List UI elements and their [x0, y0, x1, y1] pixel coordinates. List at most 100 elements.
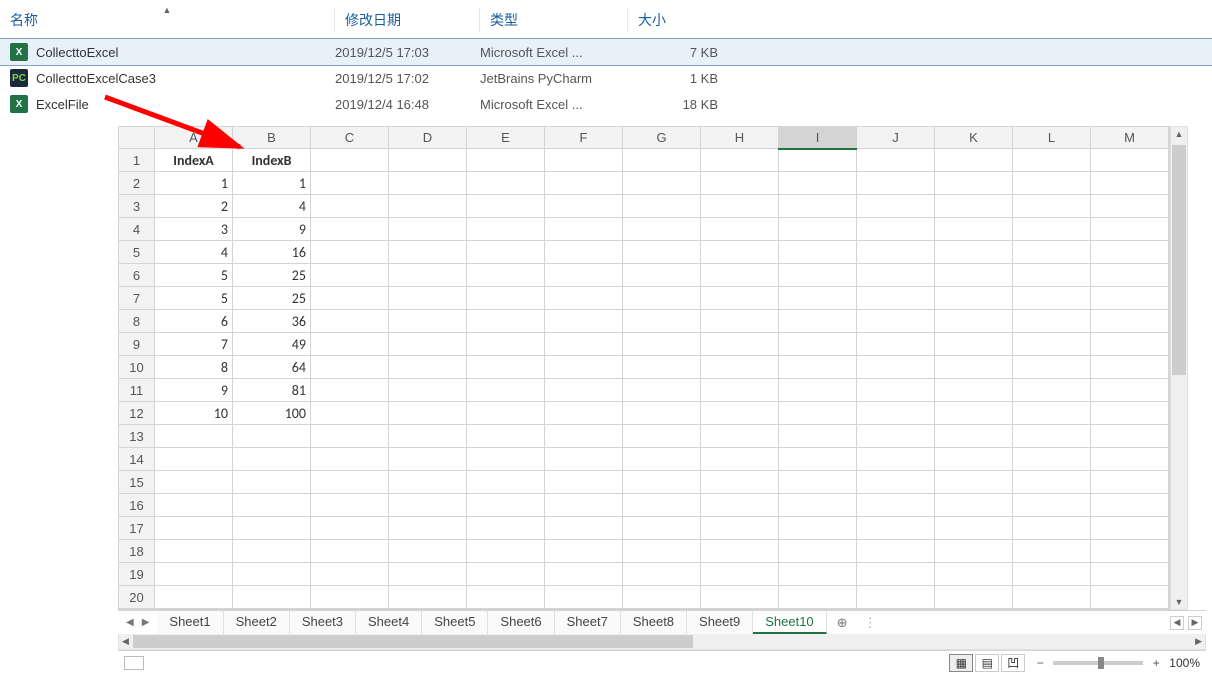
row-header-7[interactable]: 7 — [119, 287, 155, 310]
cell-F11[interactable] — [545, 379, 623, 402]
zoom-level[interactable]: 100% — [1169, 656, 1200, 670]
cell-J9[interactable] — [857, 333, 935, 356]
cell-D9[interactable] — [389, 333, 467, 356]
cell-G15[interactable] — [623, 471, 701, 494]
cell-M18[interactable] — [1091, 540, 1169, 563]
cell-I13[interactable] — [779, 425, 857, 448]
cell-L13[interactable] — [1013, 425, 1091, 448]
cell-A3[interactable]: 2 — [155, 195, 233, 218]
cell-D10[interactable] — [389, 356, 467, 379]
row-header-20[interactable]: 20 — [119, 586, 155, 609]
cell-C9[interactable] — [311, 333, 389, 356]
cell-J3[interactable] — [857, 195, 935, 218]
cell-G8[interactable] — [623, 310, 701, 333]
column-header-I[interactable]: I — [779, 127, 857, 149]
row-header-19[interactable]: 19 — [119, 563, 155, 586]
column-header-J[interactable]: J — [857, 127, 935, 149]
cell-B3[interactable]: 4 — [233, 195, 311, 218]
row-header-5[interactable]: 5 — [119, 241, 155, 264]
cell-A15[interactable] — [155, 471, 233, 494]
cell-G16[interactable] — [623, 494, 701, 517]
cell-A9[interactable]: 7 — [155, 333, 233, 356]
row-header-13[interactable]: 13 — [119, 425, 155, 448]
cell-A13[interactable] — [155, 425, 233, 448]
sheet-tab-sheet1[interactable]: Sheet1 — [157, 611, 223, 634]
cell-C1[interactable] — [311, 149, 389, 172]
page-layout-view-button[interactable]: ▤ — [975, 654, 999, 672]
cell-A8[interactable]: 6 — [155, 310, 233, 333]
cell-K10[interactable] — [935, 356, 1013, 379]
cell-D1[interactable] — [389, 149, 467, 172]
cell-M9[interactable] — [1091, 333, 1169, 356]
cell-D17[interactable] — [389, 517, 467, 540]
zoom-out-button[interactable]: − — [1033, 656, 1047, 670]
row-header-2[interactable]: 2 — [119, 172, 155, 195]
cell-D6[interactable] — [389, 264, 467, 287]
cell-F9[interactable] — [545, 333, 623, 356]
cell-C6[interactable] — [311, 264, 389, 287]
cell-E3[interactable] — [467, 195, 545, 218]
cell-K13[interactable] — [935, 425, 1013, 448]
cell-D2[interactable] — [389, 172, 467, 195]
cell-J10[interactable] — [857, 356, 935, 379]
row-header-12[interactable]: 12 — [119, 402, 155, 425]
cell-B17[interactable] — [233, 517, 311, 540]
sheet-tab-sheet8[interactable]: Sheet8 — [621, 611, 687, 634]
cell-G3[interactable] — [623, 195, 701, 218]
cell-B6[interactable]: 25 — [233, 264, 311, 287]
cell-F13[interactable] — [545, 425, 623, 448]
row-header-11[interactable]: 11 — [119, 379, 155, 402]
cell-G10[interactable] — [623, 356, 701, 379]
vertical-scrollbar-thumb[interactable] — [1172, 145, 1186, 375]
cell-M5[interactable] — [1091, 241, 1169, 264]
cell-I1[interactable] — [779, 149, 857, 172]
cell-A16[interactable] — [155, 494, 233, 517]
cell-D11[interactable] — [389, 379, 467, 402]
cell-I10[interactable] — [779, 356, 857, 379]
cell-J6[interactable] — [857, 264, 935, 287]
cell-C11[interactable] — [311, 379, 389, 402]
spreadsheet-grid[interactable]: ABCDEFGHIJKLM1IndexAIndexB21132443954166… — [118, 126, 1170, 610]
cell-I15[interactable] — [779, 471, 857, 494]
scroll-left-icon[interactable]: ◀ — [122, 636, 129, 647]
cell-D4[interactable] — [389, 218, 467, 241]
cell-E13[interactable] — [467, 425, 545, 448]
row-header-10[interactable]: 10 — [119, 356, 155, 379]
cell-H5[interactable] — [701, 241, 779, 264]
cell-F1[interactable] — [545, 149, 623, 172]
zoom-in-button[interactable]: + — [1149, 656, 1163, 670]
cell-M3[interactable] — [1091, 195, 1169, 218]
cell-K18[interactable] — [935, 540, 1013, 563]
cell-H8[interactable] — [701, 310, 779, 333]
cell-E20[interactable] — [467, 586, 545, 609]
column-header-E[interactable]: E — [467, 127, 545, 149]
cell-K12[interactable] — [935, 402, 1013, 425]
cell-F3[interactable] — [545, 195, 623, 218]
cell-L17[interactable] — [1013, 517, 1091, 540]
cell-G17[interactable] — [623, 517, 701, 540]
column-header-M[interactable]: M — [1091, 127, 1169, 149]
cell-F17[interactable] — [545, 517, 623, 540]
cell-C19[interactable] — [311, 563, 389, 586]
cell-H13[interactable] — [701, 425, 779, 448]
cell-H11[interactable] — [701, 379, 779, 402]
cell-E7[interactable] — [467, 287, 545, 310]
hscroll-right-icon[interactable]: ▶ — [1188, 616, 1202, 630]
cell-H10[interactable] — [701, 356, 779, 379]
sheet-tab-sheet9[interactable]: Sheet9 — [687, 611, 753, 634]
cell-H7[interactable] — [701, 287, 779, 310]
cell-F12[interactable] — [545, 402, 623, 425]
cell-K4[interactable] — [935, 218, 1013, 241]
cell-F16[interactable] — [545, 494, 623, 517]
cell-J16[interactable] — [857, 494, 935, 517]
cell-K7[interactable] — [935, 287, 1013, 310]
cell-C12[interactable] — [311, 402, 389, 425]
cell-E18[interactable] — [467, 540, 545, 563]
cell-A19[interactable] — [155, 563, 233, 586]
tab-nav-next-icon[interactable]: ▶ — [140, 615, 152, 630]
cell-C5[interactable] — [311, 241, 389, 264]
cell-C17[interactable] — [311, 517, 389, 540]
sheet-tab-sheet4[interactable]: Sheet4 — [356, 611, 422, 634]
column-header-K[interactable]: K — [935, 127, 1013, 149]
cell-J15[interactable] — [857, 471, 935, 494]
